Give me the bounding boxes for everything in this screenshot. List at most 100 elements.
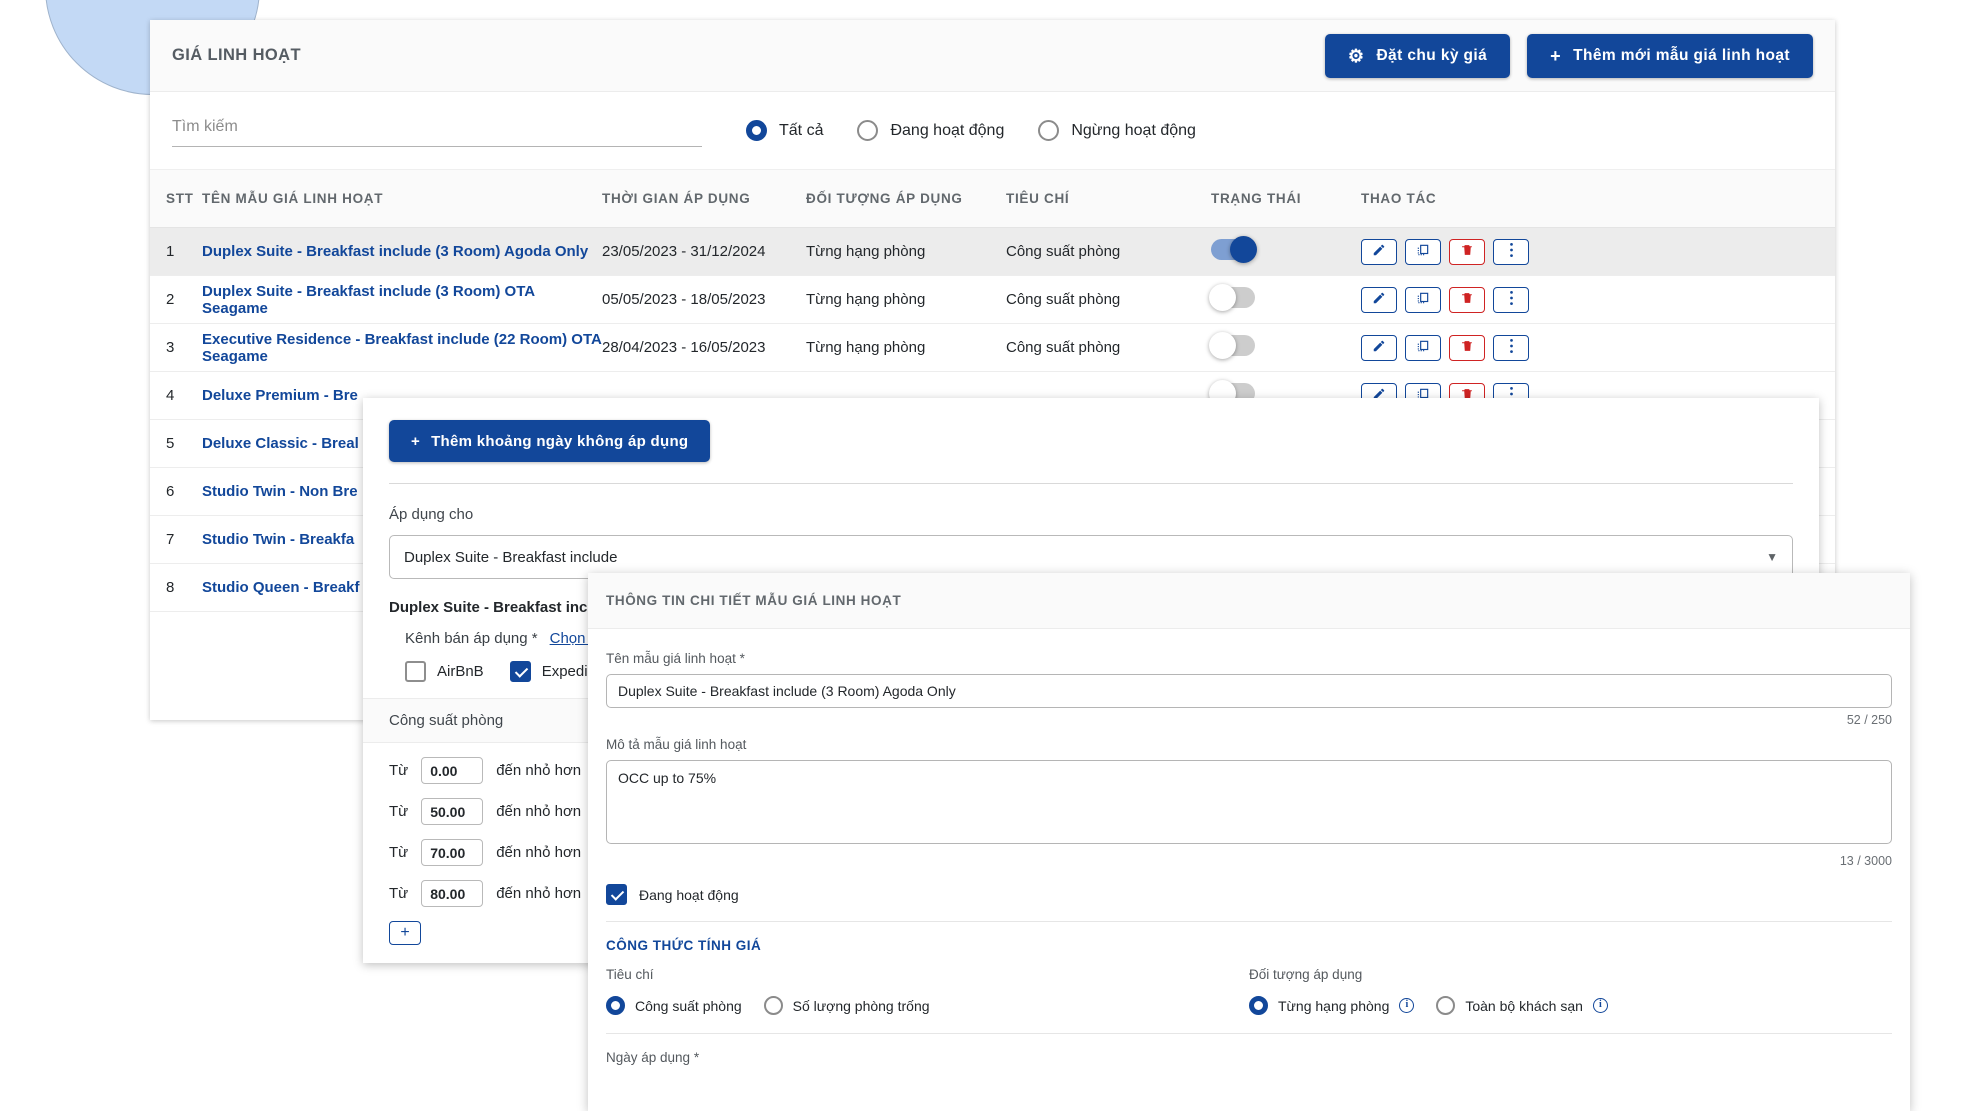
status-filter-all[interactable]: Tất cả <box>746 120 823 141</box>
radio-active-icon[interactable] <box>857 120 879 141</box>
criteria-option-occupancy-label: Công suất phòng <box>635 997 742 1014</box>
more-button[interactable] <box>1493 238 1529 265</box>
row-actions-cell <box>1361 238 1566 265</box>
radio-whole-hotel-icon[interactable] <box>1436 996 1456 1015</box>
row-index: 8 <box>166 579 175 596</box>
row-name-link[interactable]: Duplex Suite - Breakfast include (3 Room… <box>202 283 535 317</box>
row-name-link[interactable]: Executive Residence - Breakfast include … <box>202 331 601 365</box>
search-wrapper <box>172 114 702 147</box>
delete-icon <box>1461 291 1474 308</box>
add-flexible-price-button[interactable]: + Thêm mới mẫu giá linh hoạt <box>1527 33 1813 78</box>
gear-icon: ⚙ <box>1347 45 1365 66</box>
column-header-stt: STT <box>166 191 194 206</box>
row-time-range: 28/04/2023 - 16/05/2023 <box>602 339 766 356</box>
detail-divider-2 <box>606 1033 1892 1034</box>
radio-inactive-icon[interactable] <box>1038 120 1060 141</box>
occupancy-to-label: đến nhỏ hơn <box>496 803 582 820</box>
status-toggle[interactable] <box>1209 332 1255 359</box>
row-actions-cell <box>1361 286 1566 313</box>
occupancy-from-input[interactable] <box>421 798 484 825</box>
status-filter-active[interactable]: Đang hoạt động <box>857 120 1004 141</box>
criteria-option-vacant-label: Số lượng phòng trống <box>792 997 930 1014</box>
row-name-link[interactable]: Studio Twin - Breakfa <box>202 531 354 548</box>
status-filter-inactive[interactable]: Ngừng hoạt động <box>1038 120 1196 141</box>
occupancy-from-input[interactable] <box>421 880 484 907</box>
target-column: Đối tượng áp dụng Từng hạng phòng i Toàn… <box>1249 967 1892 1015</box>
detail-panel-body: Tên mẫu giá linh hoạt * 52 / 250 Mô tả m… <box>588 629 1910 1065</box>
target-option-whole-hotel[interactable]: Toàn bộ khách sạn i <box>1436 996 1608 1015</box>
occupancy-to-label: đến nhỏ hơn <box>496 885 582 902</box>
row-name-link[interactable]: Deluxe Premium - Bre <box>202 387 358 404</box>
row-status-cell <box>1211 236 1361 264</box>
target-option-per-room-label: Từng hạng phòng <box>1278 997 1390 1014</box>
row-name-link[interactable]: Deluxe Classic - Breal <box>202 435 359 452</box>
occupancy-from-label: Từ <box>389 803 409 820</box>
edit-button[interactable] <box>1361 334 1397 361</box>
target-label: Đối tượng áp dụng <box>1249 967 1363 982</box>
row-name-cell: Executive Residence - Breakfast include … <box>202 331 602 365</box>
criteria-option-occupancy[interactable]: Công suất phòng <box>606 996 742 1015</box>
table-row[interactable]: 1 Duplex Suite - Breakfast include (3 Roo… <box>150 228 1835 276</box>
copy-button[interactable] <box>1405 334 1441 361</box>
edit-button[interactable] <box>1361 238 1397 265</box>
more-button[interactable] <box>1493 286 1529 313</box>
row-name-link[interactable]: Studio Twin - Non Bre <box>202 483 358 500</box>
row-name-link[interactable]: Studio Queen - Breakf <box>202 579 360 596</box>
checkbox-airbnb-icon[interactable] <box>405 661 426 682</box>
template-name-label: Tên mẫu giá linh hoạt * <box>606 651 745 666</box>
radio-all-icon[interactable] <box>746 120 767 141</box>
radio-per-room-icon[interactable] <box>1249 996 1268 1015</box>
delete-button[interactable] <box>1449 238 1485 265</box>
active-checkbox-label: Đang hoạt động <box>639 886 739 903</box>
chevron-down-icon[interactable]: ▼ <box>1766 550 1778 564</box>
occupancy-from-input[interactable] <box>421 757 484 784</box>
occupancy-from-input[interactable] <box>421 839 484 866</box>
row-index: 5 <box>166 435 175 452</box>
criteria-option-vacant[interactable]: Số lượng phòng trống <box>763 996 930 1015</box>
status-toggle[interactable] <box>1209 284 1255 311</box>
checkbox-expedia-icon[interactable] <box>509 661 531 682</box>
row-criteria: Công suất phòng <box>1006 243 1121 260</box>
more-button[interactable] <box>1493 334 1529 361</box>
more-icon <box>1509 290 1514 309</box>
set-price-cycle-button[interactable]: ⚙ Đặt chu kỳ giá <box>1324 33 1511 78</box>
active-checkbox-row[interactable]: Đang hoạt động <box>606 884 1892 905</box>
copy-button[interactable] <box>1405 238 1441 265</box>
add-excluded-date-range-button[interactable]: + Thêm khoảng ngày không áp dụng <box>389 420 711 462</box>
delete-button[interactable] <box>1449 334 1485 361</box>
panel-top: + Thêm khoảng ngày không áp dụng <box>363 398 1819 462</box>
row-status-cell <box>1209 284 1361 312</box>
checkbox-active-icon[interactable] <box>606 884 627 905</box>
add-occupancy-row-button[interactable]: + <box>389 921 421 945</box>
criteria-radio-group: Công suất phòng Số lượng phòng trống <box>606 996 1249 1015</box>
row-action-buttons <box>1361 286 1566 313</box>
table-row[interactable]: 2 Duplex Suite - Breakfast include (3 Roo… <box>150 276 1835 324</box>
row-criteria: Công suất phòng <box>1006 339 1121 356</box>
column-header-name: TÊN MẪU GIÁ LINH HOẠT <box>202 191 384 206</box>
info-icon-whole-hotel[interactable]: i <box>1592 998 1608 1013</box>
template-desc-textarea[interactable] <box>606 760 1892 844</box>
page-title: GIÁ LINH HOẠT <box>172 46 301 64</box>
header-actions: ⚙ Đặt chu kỳ giá + Thêm mới mẫu giá linh… <box>1324 33 1813 78</box>
channel-airbnb[interactable]: AirBnB <box>405 661 484 682</box>
row-status-cell <box>1209 332 1361 360</box>
status-toggle[interactable] <box>1211 236 1257 263</box>
column-header-target: ĐỐI TƯỢNG ÁP DỤNG <box>806 191 963 206</box>
delete-button[interactable] <box>1449 286 1485 313</box>
table-row[interactable]: 3 Executive Residence - Breakfast include… <box>150 324 1835 372</box>
more-icon <box>1509 242 1514 261</box>
copy-button[interactable] <box>1405 286 1441 313</box>
row-index: 3 <box>166 339 175 356</box>
radio-vacant-icon[interactable] <box>763 996 783 1015</box>
template-name-counter: 52 / 250 <box>1846 713 1892 727</box>
radio-occupancy-icon[interactable] <box>606 996 625 1015</box>
template-name-input[interactable] <box>606 674 1892 708</box>
search-input[interactable] <box>172 114 702 147</box>
channel-expedia[interactable]: Expedia <box>509 661 596 682</box>
row-name-link[interactable]: Duplex Suite - Breakfast include (3 Room… <box>202 243 588 260</box>
row-criteria: Công suất phòng <box>1006 291 1121 308</box>
column-header-time: THỜI GIAN ÁP DỤNG <box>602 191 751 206</box>
target-option-per-room[interactable]: Từng hạng phòng i <box>1249 996 1415 1015</box>
info-icon-per-room[interactable]: i <box>1399 998 1415 1013</box>
edit-button[interactable] <box>1361 286 1397 313</box>
